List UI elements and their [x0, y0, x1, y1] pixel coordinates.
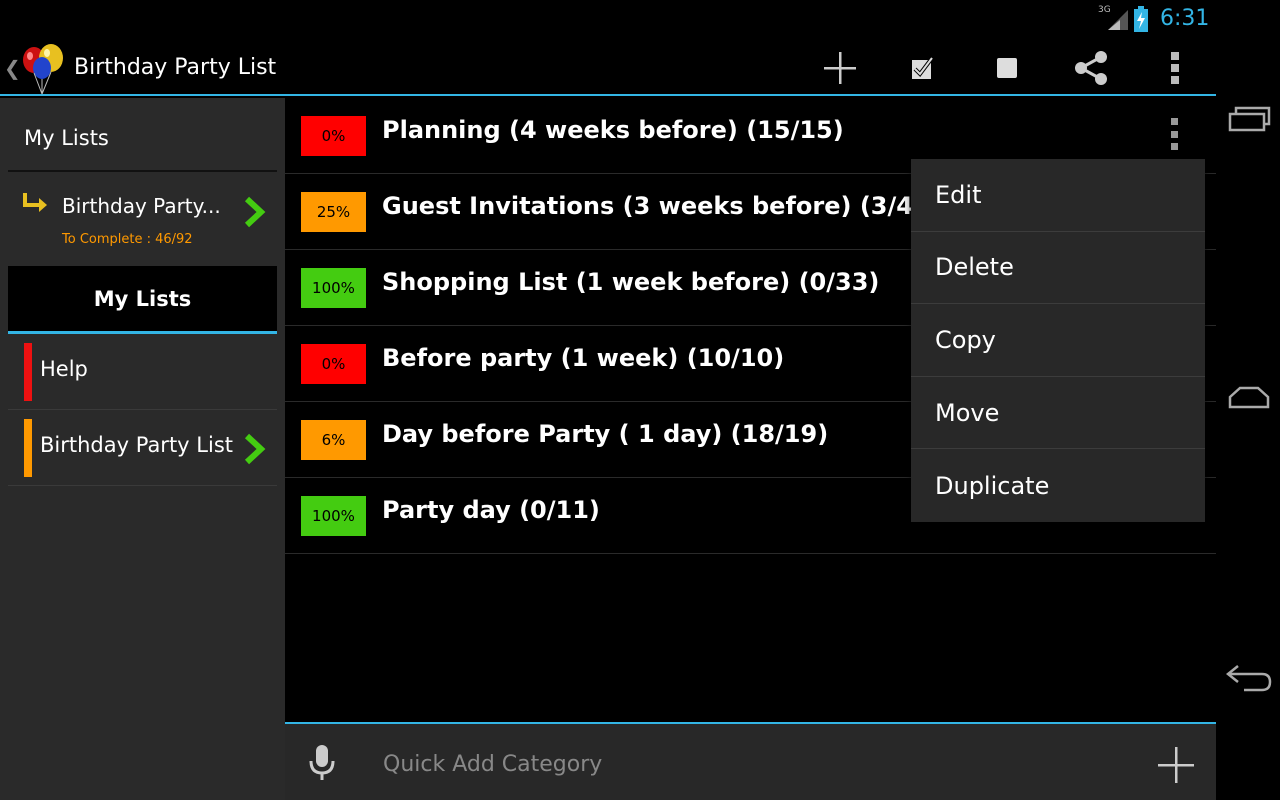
chevron-right-icon	[244, 433, 266, 465]
recent-apps-button[interactable]	[1224, 98, 1274, 138]
home-button[interactable]	[1224, 378, 1274, 418]
context-menu: Edit Delete Copy Move Duplicate	[911, 159, 1205, 522]
overflow-menu-button[interactable]	[1149, 46, 1201, 90]
overflow-icon	[1171, 52, 1179, 84]
menu-item-move[interactable]: Move	[911, 377, 1205, 450]
list-color-marker	[24, 343, 32, 401]
current-list-name: Birthday Party...	[62, 194, 221, 218]
progress-badge: 100%	[301, 496, 366, 536]
progress-badge: 6%	[301, 420, 366, 460]
sidebar-item-help[interactable]: Help	[8, 335, 277, 410]
quick-add-input[interactable]	[383, 744, 1123, 784]
balloons-logo-icon[interactable]	[20, 44, 66, 96]
category-title: Guest Invitations (3 weeks before) (3/4)	[382, 192, 924, 220]
list-color-marker	[24, 419, 32, 477]
home-icon	[1228, 386, 1270, 409]
menu-item-delete[interactable]: Delete	[911, 232, 1205, 305]
tab-my-lists[interactable]: My Lists	[8, 266, 277, 334]
category-title: Day before Party ( 1 day) (18/19)	[382, 420, 829, 448]
battery-charging-icon	[1134, 6, 1148, 32]
category-title: Party day (0/11)	[382, 496, 600, 524]
progress-badge: 0%	[301, 344, 366, 384]
progress-badge: 0%	[301, 116, 366, 156]
chevron-right-icon	[244, 196, 266, 228]
current-list-item[interactable]: Birthday Party... To Complete : 46/92	[8, 172, 277, 264]
share-button[interactable]	[1065, 46, 1117, 90]
action-bar: ❮ Birthday Party List	[0, 38, 1216, 96]
category-title: Shopping List (1 week before) (0/33)	[382, 268, 880, 296]
clock: 6:31	[1160, 6, 1210, 31]
app-title: Birthday Party List	[74, 55, 277, 80]
row-overflow-icon[interactable]	[1165, 114, 1183, 154]
menu-item-edit[interactable]: Edit	[911, 159, 1205, 232]
sidebar-header: My Lists	[24, 126, 109, 150]
quick-add-bar	[285, 722, 1216, 800]
signal-icon	[1108, 10, 1128, 30]
microphone-icon[interactable]	[307, 744, 337, 782]
sidebar-item-birthday-party-list[interactable]: Birthday Party List	[8, 411, 277, 486]
menu-item-copy[interactable]: Copy	[911, 304, 1205, 377]
sidebar-item-label: Birthday Party List	[40, 433, 233, 457]
recent-apps-icon	[1228, 106, 1271, 132]
menu-item-duplicate[interactable]: Duplicate	[911, 449, 1205, 522]
status-bar: 3G 6:31	[0, 0, 1216, 38]
uncheck-all-button[interactable]	[981, 46, 1033, 90]
navigation-bar	[1216, 0, 1280, 800]
category-title: Planning (4 weeks before) (15/15)	[382, 116, 844, 144]
add-list-button[interactable]	[814, 46, 866, 90]
sidebar: My Lists Birthday Party... To Complete :…	[0, 98, 285, 800]
checkbox-checked-icon	[912, 56, 934, 79]
sub-arrow-icon	[23, 193, 47, 212]
check-all-button[interactable]	[897, 46, 949, 90]
back-button[interactable]	[1224, 656, 1274, 696]
current-list-progress: To Complete : 46/92	[62, 232, 193, 247]
back-arrow-icon	[1225, 665, 1272, 692]
share-icon	[1075, 51, 1107, 85]
progress-badge: 100%	[301, 268, 366, 308]
sidebar-item-label: Help	[40, 357, 88, 381]
checkbox-empty-icon	[997, 58, 1017, 78]
category-title: Before party (1 week) (10/10)	[382, 344, 785, 372]
add-icon[interactable]	[1157, 746, 1195, 784]
progress-badge: 25%	[301, 192, 366, 232]
add-icon	[824, 52, 856, 84]
back-icon[interactable]: ❮	[4, 56, 21, 80]
